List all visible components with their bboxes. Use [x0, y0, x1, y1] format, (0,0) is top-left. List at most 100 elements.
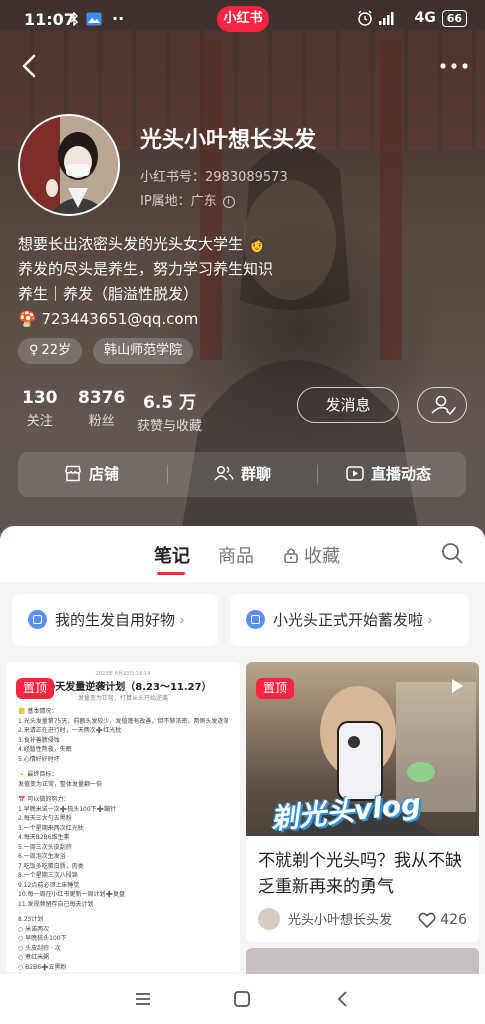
- doc-line: ○ 早晚梳头100下: [18, 935, 67, 942]
- doc-line: ○ 米诺两次: [18, 925, 50, 933]
- tab-collections[interactable]: 收藏: [284, 542, 340, 568]
- ip-location-text: IP属地：广东: [140, 194, 217, 209]
- bluetooth-icon: [70, 11, 79, 30]
- doc-lines: 📒 基本情况： 1.光头发量第75天，前额头发较少，发值蓬有改善，但不够浓密，两侧…: [18, 707, 228, 972]
- square-home-icon: [234, 991, 250, 1007]
- note-title: 不就剃个光头吗？我从不缺乏重新再来的勇气: [258, 851, 462, 897]
- doc-line: 2.每天三大勺五黑粉: [18, 815, 72, 822]
- like-count: 426: [440, 912, 467, 928]
- chevron-right-icon: ›: [427, 611, 434, 629]
- status-bar: 11:07 ·· 小红书 4G 66: [0, 0, 485, 40]
- doc-line: 11.发视频留存自己每天计划: [18, 900, 94, 908]
- shortcut-label: 店铺: [89, 465, 120, 483]
- doc-line: 10.每一周在小红书更新一周计划➕复盘: [18, 891, 126, 898]
- doc-line: 发值变为正常，整体发量翻一倍: [18, 780, 103, 788]
- stat-likes-collects[interactable]: 6.5 万 获赞与收藏: [137, 388, 202, 434]
- system-back-button[interactable]: [330, 986, 356, 1012]
- collection-albums: 我的生发自用好物 › 小光头正式开始蓄发啦 ›: [0, 582, 485, 658]
- redbook-id[interactable]: 小红书号：2983089573: [140, 166, 288, 185]
- group-icon: [214, 465, 234, 481]
- doc-line: 1.早晚米诺一次➕梳头100下➕蹦针: [18, 805, 117, 813]
- video-play-icon: [452, 679, 463, 693]
- stat-label: 粉丝: [88, 414, 115, 429]
- profile-avatar[interactable]: [18, 114, 120, 216]
- doc-line: 6.一周泡次生发浴: [18, 853, 66, 860]
- doc-line: ○ 煮红米粥: [18, 954, 50, 961]
- bio-line: 想要长出浓密头发的光头女大学生 👩: [18, 235, 267, 253]
- female-icon: ♀: [29, 343, 39, 358]
- profile-shortcuts: 店铺 群聊 直播动态: [18, 452, 466, 497]
- home-button[interactable]: [229, 986, 255, 1012]
- network-type: 4G: [414, 10, 436, 26]
- shortcut-label: 直播动态: [371, 465, 432, 483]
- doc-line: 4.经暂性熬夜，失眠: [18, 746, 72, 753]
- avatar-photo: [20, 116, 118, 214]
- note-cover-image: 剃光头vlog 置顶: [246, 662, 479, 836]
- tab-notes[interactable]: 笔记: [154, 542, 190, 568]
- profile-nickname: 光头小叶想长头发: [140, 128, 317, 153]
- recent-apps-button[interactable]: [130, 986, 156, 1012]
- author-name: 光头小叶想长头发: [288, 913, 393, 928]
- stat-label: 获赞与收藏: [137, 419, 203, 434]
- xiaohongshu-badge: 小红书: [217, 6, 269, 32]
- stat-value: 8376: [78, 388, 126, 408]
- system-navigation-bar: [0, 974, 485, 1024]
- search-button[interactable]: [441, 542, 463, 564]
- active-tab-indicator: [157, 572, 185, 575]
- collection-label: 小光头正式开始蓄发啦: [273, 611, 424, 629]
- album-icon: [28, 610, 47, 629]
- status-time: 11:07: [24, 10, 75, 29]
- doc-line: 5.一周三次头皮刮痧: [18, 843, 72, 851]
- stat-value: 6.5 万: [142, 393, 197, 413]
- profile-bio: 想要长出浓密头发的光头女大学生 👩 养发的尽头是养生，努力学习养生知识 养生｜养…: [18, 232, 273, 332]
- note-card[interactable]: 2023年 8月23日 16:14 100天发量逆袭计划（8.23～11.27）…: [6, 662, 240, 972]
- search-icon: [442, 543, 463, 564]
- live-icon: [346, 466, 364, 481]
- like-button[interactable]: 426: [418, 908, 467, 932]
- network-and-battery: 4G 66: [414, 10, 467, 27]
- pinned-badge: 置顶: [256, 678, 295, 699]
- school-tag[interactable]: 韩山师范学院: [93, 338, 194, 364]
- alarm-icon: [357, 10, 373, 30]
- doc-line: 2.来请正在进行时，一天两次➕红光枕: [18, 727, 122, 734]
- doc-line: ○ B2B6➕五黑粉: [18, 963, 67, 971]
- info-icon: i: [222, 196, 235, 208]
- shortcut-live-updates[interactable]: 直播动态: [346, 452, 431, 497]
- divider: [167, 465, 168, 484]
- stat-following[interactable]: 130 关注: [22, 388, 58, 429]
- stat-followers[interactable]: 8376 粉丝: [78, 388, 125, 429]
- shortcut-store[interactable]: 店铺: [64, 452, 119, 497]
- note-author[interactable]: 光头小叶想长头发: [258, 908, 392, 932]
- chevron-right-icon: ›: [179, 611, 186, 629]
- note-cover-document: 2023年 8月23日 16:14 100天发量逆袭计划（8.23～11.27）…: [6, 662, 240, 972]
- doc-line: 8.23计划: [18, 916, 44, 923]
- tab-label: 收藏: [304, 546, 340, 567]
- back-button[interactable]: [14, 50, 46, 82]
- shortcut-label: 群聊: [241, 465, 272, 483]
- note-card[interactable]: 剃光头vlog 置顶 不就剃个光头吗？我从不缺乏重新再来的勇气 光头小叶想长头发…: [246, 662, 479, 942]
- collection-album[interactable]: 小光头正式开始蓄发啦 ›: [230, 594, 469, 646]
- ip-location[interactable]: IP属地：广东 i: [140, 190, 235, 209]
- doc-line: 7.吃饭多吃蛋白质，肉类: [18, 862, 84, 870]
- battery-level: 66: [441, 10, 467, 27]
- shortcut-group-chat[interactable]: 群聊: [214, 452, 271, 497]
- lock-icon: [284, 548, 298, 564]
- follow-button[interactable]: [417, 387, 467, 423]
- stat-label: 关注: [26, 414, 53, 429]
- doc-line: 🔸 最终目标：: [18, 771, 58, 778]
- more-options-button[interactable]: [437, 56, 471, 76]
- more-notifications-icon: ··: [112, 9, 125, 28]
- content-tabs: 笔记 商品 收藏: [0, 526, 485, 582]
- doc-line: 📒 基本情况：: [18, 708, 58, 715]
- author-avatar: [258, 908, 280, 930]
- tab-products[interactable]: 商品: [218, 542, 254, 568]
- notes-feed: 2023年 8月23日 16:14 100天发量逆袭计划（8.23～11.27）…: [0, 658, 485, 1024]
- doc-line: 9.12点前必须上床睡觉: [18, 881, 80, 889]
- bio-line: 养发的尽头是养生，努力学习养生知识: [18, 260, 274, 278]
- store-icon: [65, 465, 81, 482]
- collection-album[interactable]: 我的生发自用好物 ›: [12, 594, 218, 646]
- user-check-icon: [431, 395, 456, 416]
- signal-icon: [379, 11, 395, 29]
- doc-line: 3.食补善脾侵蚀: [18, 736, 60, 744]
- send-message-button[interactable]: 发消息: [297, 387, 399, 423]
